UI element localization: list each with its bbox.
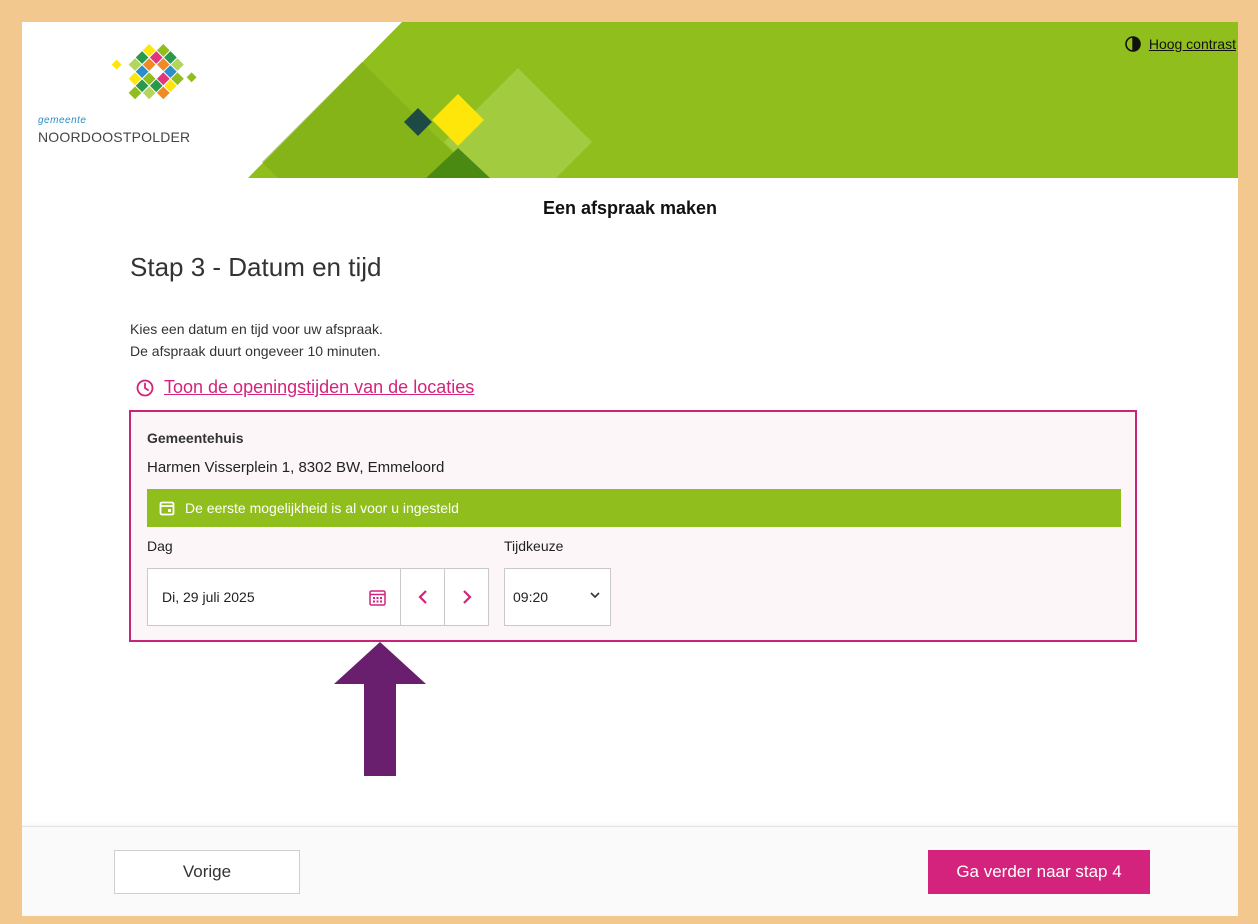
time-select[interactable]: 09:20 [504,568,611,626]
logo-text-municipality: NOORDOOSTPOLDER [38,129,191,145]
header: gemeente NOORDOOSTPOLDER Hoog contrast [22,22,1238,178]
chevron-down-icon [590,592,600,599]
opening-hours-link[interactable]: Toon de openingstijden van de locaties [136,377,474,398]
location-name: Gemeentehuis [147,430,244,446]
next-day-button[interactable] [444,568,489,626]
time-value: 09:20 [513,589,549,605]
page-title: Een afspraak maken [542,198,718,218]
previous-button[interactable]: Vorige [114,850,300,894]
date-value: Di, 29 juli 2025 [162,589,255,605]
logo-text-gemeente: gemeente [38,115,87,126]
calendar-picker-icon[interactable] [369,589,386,606]
municipality-logo [111,44,197,100]
location-address: Harmen Visserplein 1, 8302 BW, Emmeloord [147,459,445,476]
header-banner [248,22,1238,178]
app-frame: gemeente NOORDOOSTPOLDER Hoog contrast E… [22,22,1238,916]
chevron-right-icon [462,590,472,604]
day-label: Dag [147,538,173,554]
chevron-left-icon [417,590,427,604]
high-contrast-label: Hoog contrast [1148,36,1236,52]
step-title: Stap 3 - Datum en tijd [130,252,382,282]
high-contrast-link[interactable]: Hoog contrast [1125,36,1236,52]
annotation-arrow [334,642,426,776]
intro-line-2: De afspraak duurt ongeveer 10 minuten. [130,343,381,359]
contrast-icon [1125,36,1141,52]
date-field[interactable]: Di, 29 juli 2025 [147,568,401,626]
intro-text: Kies een datum en tijd voor uw afspraak.… [130,318,383,362]
previous-day-button[interactable] [400,568,445,626]
footer-bar: Vorige Ga verder naar stap 4 [22,826,1238,916]
opening-hours-label: Toon de openingstijden van de locaties [164,377,475,397]
time-label: Tijdkeuze [504,538,564,554]
continue-button[interactable]: Ga verder naar stap 4 [928,850,1150,894]
notice-text: De eerste mogelijkheid is al voor u inge… [185,500,459,516]
calendar-icon [159,501,175,516]
clock-icon [136,379,154,396]
location-card: Gemeentehuis Harmen Visserplein 1, 8302 … [129,410,1137,642]
intro-line-1: Kies een datum en tijd voor uw afspraak. [130,321,383,337]
first-availability-notice: De eerste mogelijkheid is al voor u inge… [147,489,1121,527]
